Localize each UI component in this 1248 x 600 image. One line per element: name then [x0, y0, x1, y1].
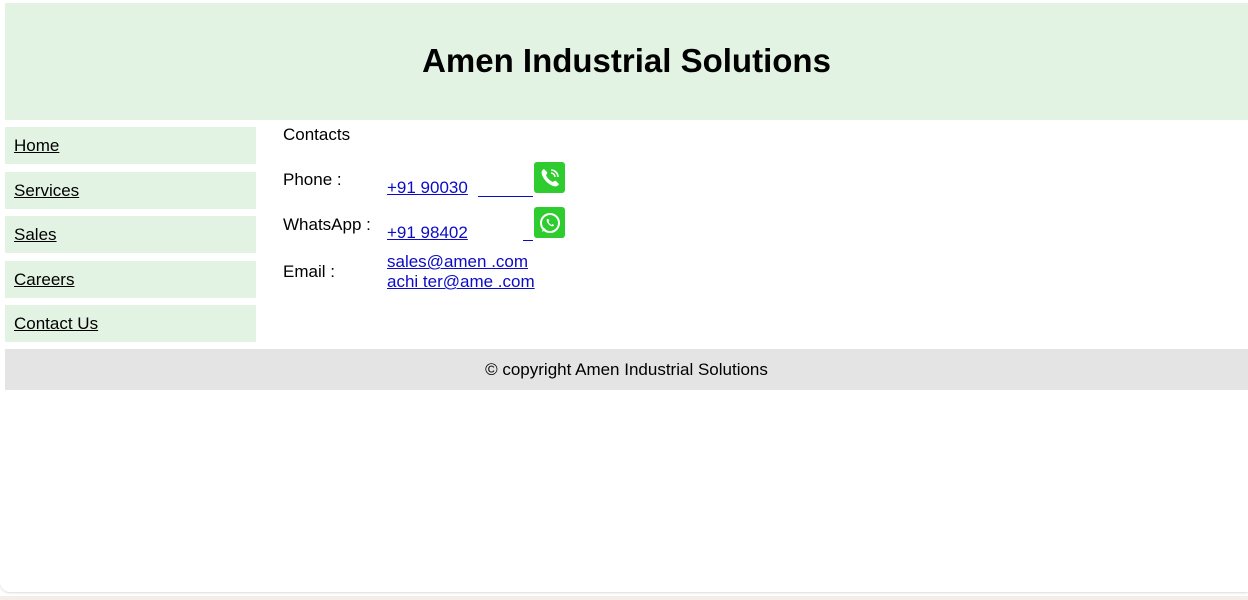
nav-item-sales[interactable]: Sales: [5, 216, 256, 253]
nav-item-careers[interactable]: Careers: [5, 260, 256, 298]
nav-item-home[interactable]: Home: [5, 127, 256, 164]
whatsapp-label: WhatsApp :: [283, 215, 371, 234]
phone-label: Phone :: [283, 170, 342, 189]
email-label: Email :: [283, 262, 335, 281]
email-link-sales[interactable]: sales@amen .com: [387, 252, 528, 272]
window-bottom-edge: [0, 596, 1248, 600]
site-title: Amen Industrial Solutions: [422, 41, 831, 79]
site-footer: © copyright Amen Industrial Solutions: [5, 349, 1248, 390]
email-link-second[interactable]: achi ter@ame .com: [387, 272, 535, 292]
sidebar-nav: Home Services Sales Careers Contact Us: [5, 127, 256, 350]
copyright-text: © copyright Amen Industrial Solutions: [485, 359, 768, 379]
phone-link[interactable]: +91 90030: [387, 178, 468, 198]
whatsapp-link-redacted-underline: [523, 240, 533, 241]
whatsapp-icon[interactable]: [534, 207, 565, 238]
phone-call-icon[interactable]: [534, 162, 565, 193]
site-header: Amen Industrial Solutions: [5, 3, 1248, 120]
page: Amen Industrial Solutions Home Services …: [0, 0, 1248, 600]
nav-item-services[interactable]: Services: [5, 171, 256, 209]
phone-link-redacted-underline: [478, 196, 533, 197]
nav-item-contact-us[interactable]: Contact Us: [5, 305, 256, 342]
whatsapp-link[interactable]: +91 98402: [387, 223, 468, 243]
contacts-heading: Contacts: [283, 125, 351, 144]
